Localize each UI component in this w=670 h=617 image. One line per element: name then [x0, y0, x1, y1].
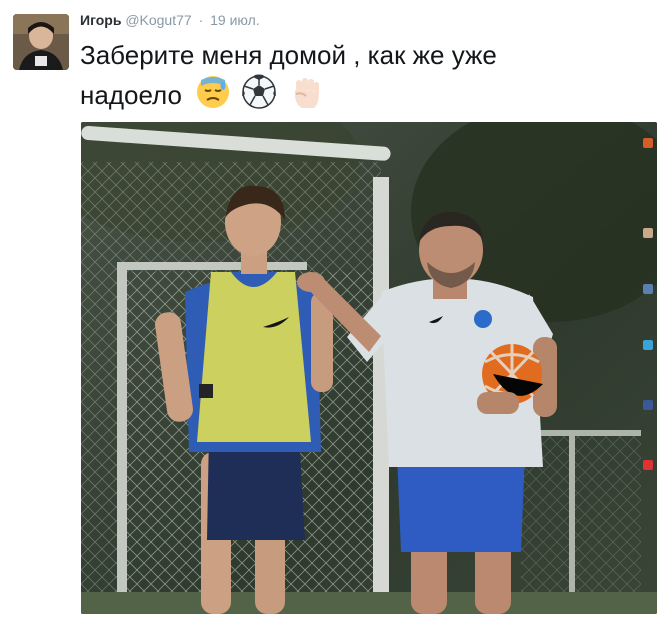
- tweet-text: Заберите меня домой , как же уже надоело: [80, 36, 600, 120]
- facebook-icon: [643, 400, 653, 410]
- tweet-header: Игорь @Kogut77 · 19 июл.: [80, 12, 260, 28]
- twitter-icon: [643, 340, 653, 350]
- youtube-icon: [643, 460, 653, 470]
- emoji-row: [195, 74, 326, 120]
- vk-icon: [643, 284, 653, 294]
- watermark-strip: [640, 130, 654, 600]
- avatar[interactable]: [13, 14, 69, 70]
- tweet-date[interactable]: 19 июл.: [210, 12, 260, 28]
- soccer-ball-icon: [241, 74, 277, 120]
- camera-icon: [643, 228, 653, 238]
- separator: ·: [198, 12, 204, 28]
- tweet-photo[interactable]: [81, 122, 657, 614]
- raised-fist-icon: [288, 74, 324, 120]
- author-name[interactable]: Игорь: [80, 12, 121, 28]
- disappointed-relieved-face-icon: [195, 74, 231, 120]
- instagram-icon: [643, 138, 653, 148]
- author-handle[interactable]: @Kogut77: [125, 12, 191, 28]
